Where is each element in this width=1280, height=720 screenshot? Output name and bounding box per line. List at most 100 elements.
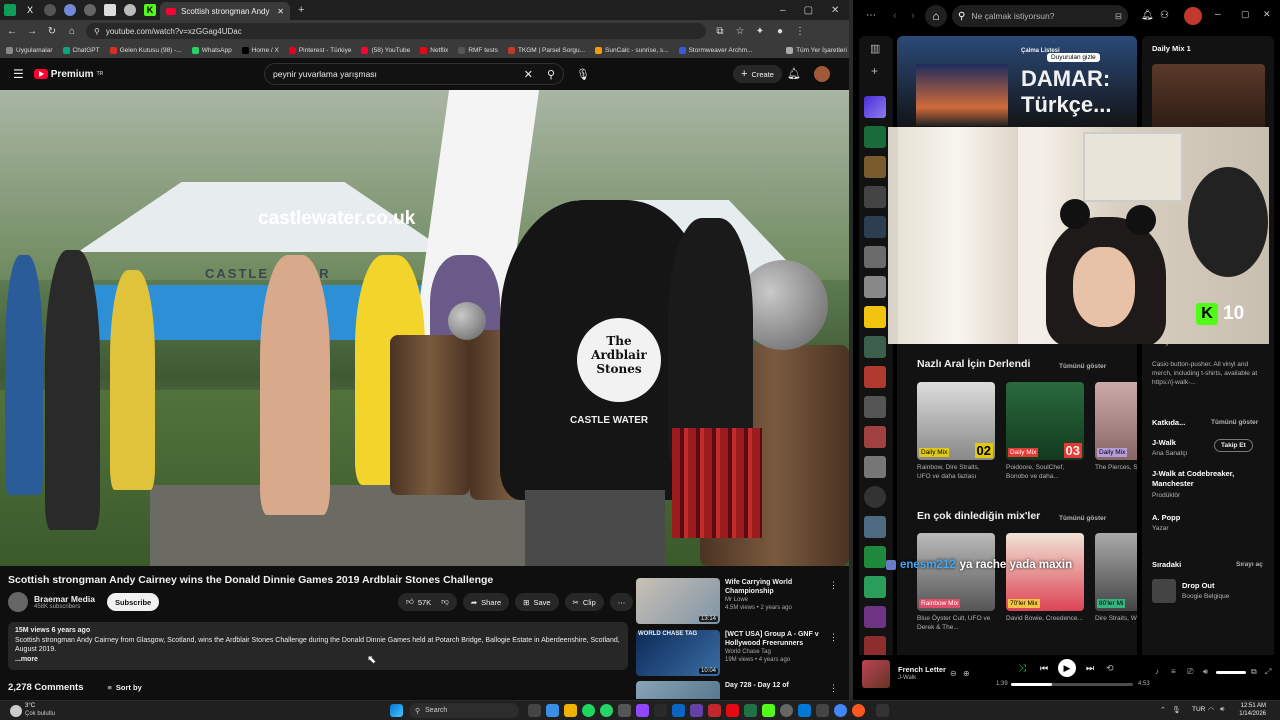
new-tab-button[interactable]: + xyxy=(298,4,304,16)
tab-icon[interactable] xyxy=(84,4,96,16)
section-title[interactable]: En çok dinlediğin mix'ler xyxy=(917,510,1040,522)
kick-tab-icon[interactable]: K xyxy=(144,4,156,16)
back-icon[interactable]: ‹ xyxy=(893,10,897,22)
taskbar-app-icon[interactable] xyxy=(762,704,775,717)
next-icon[interactable]: ⏭︎ xyxy=(1086,663,1094,674)
whatsapp-taskbar-icon[interactable] xyxy=(600,704,613,717)
more-icon[interactable]: ⋮ xyxy=(829,580,838,591)
chrome-taskbar-icon[interactable] xyxy=(834,704,847,717)
taskbar-app-icon[interactable] xyxy=(780,704,793,717)
bookmark-item[interactable]: RMF tests xyxy=(458,46,498,54)
more-actions-button[interactable]: ⋯ xyxy=(609,593,634,611)
bookmark-star-icon[interactable]: ☆ xyxy=(734,26,746,37)
bookmark-item[interactable]: Home / X xyxy=(241,46,279,54)
hamburger-menu-icon[interactable]: ☰ xyxy=(13,67,24,81)
reload-icon[interactable]: ↻ xyxy=(46,26,58,37)
bookmark-item[interactable]: Netflix xyxy=(420,46,448,54)
search-icon[interactable]: ⚲ xyxy=(547,68,555,81)
bookmark-item[interactable]: Gelen Kutusu (98) -... xyxy=(109,46,182,54)
maximize-icon[interactable]: ▢ xyxy=(1241,9,1250,20)
mix-card[interactable]: 70'ler Mix David Bowie, Creedence... xyxy=(1006,533,1084,623)
menu-icon[interactable]: ⋮ xyxy=(794,26,806,37)
now-playing-cover[interactable] xyxy=(862,660,890,688)
channel-name[interactable]: Braemar Media xyxy=(34,594,95,604)
library-tile[interactable] xyxy=(864,576,886,598)
like-button[interactable]: 👍︎ 57K 👎︎ xyxy=(398,593,457,611)
clip-button[interactable]: ✂ Clip xyxy=(564,593,604,611)
show-all-link[interactable]: Tümünü göster xyxy=(1059,363,1106,370)
clear-search-icon[interactable]: ✕ xyxy=(524,68,533,81)
show-all-link[interactable]: Tümünü göster xyxy=(1059,515,1106,522)
language-indicator[interactable]: TUR xyxy=(1192,706,1205,713)
subscribe-button[interactable]: Subscribe xyxy=(106,593,160,611)
taskbar-app-icon[interactable] xyxy=(654,704,667,717)
liked-songs-tile[interactable] xyxy=(864,96,886,118)
now-playing-title[interactable]: French Letter xyxy=(898,665,946,674)
library-tile[interactable] xyxy=(864,606,886,628)
now-playing-artist[interactable]: J-Walk xyxy=(898,675,916,681)
library-tile[interactable] xyxy=(864,546,886,568)
more-icon[interactable]: ⋮ xyxy=(829,683,838,694)
library-tile[interactable] xyxy=(864,186,886,208)
remove-icon[interactable]: ⊖ xyxy=(950,669,957,678)
bookmark-item[interactable]: Pinterest - Türkiye xyxy=(288,46,351,54)
tab-icon[interactable] xyxy=(124,4,136,16)
tab-icon[interactable] xyxy=(104,4,116,16)
bookmark-item[interactable]: TKGM | Parsel Sorgu... xyxy=(507,46,585,54)
notifications-bell-icon[interactable]: 🔔︎ xyxy=(787,67,801,80)
queue-track[interactable]: Drop Out xyxy=(1182,581,1215,590)
home-icon[interactable]: ⌂ xyxy=(66,26,78,37)
repeat-icon[interactable]: ⟲ xyxy=(1106,663,1114,674)
show-all-link[interactable]: Tümünü göster xyxy=(1211,419,1258,426)
sort-button[interactable]: ≡ Sort by xyxy=(108,683,142,692)
fullscreen-icon[interactable]: ⤢ xyxy=(1265,667,1271,677)
close-window-icon[interactable]: ✕ xyxy=(831,5,839,16)
discord-tab-icon[interactable] xyxy=(64,4,76,16)
save-button[interactable]: ⊞ Save xyxy=(515,593,559,611)
bookmark-item[interactable]: SunCalc - sunrise, s... xyxy=(595,46,669,54)
taskbar-app-icon[interactable] xyxy=(672,704,685,717)
taskbar-app-icon[interactable] xyxy=(546,704,559,717)
library-tile[interactable] xyxy=(864,366,886,388)
extensions-icon[interactable]: ✦ xyxy=(754,26,766,37)
taskbar-app-icon[interactable] xyxy=(618,704,631,717)
bell-icon[interactable]: 🔔︎ xyxy=(1141,10,1154,21)
search-input[interactable]: ⚲ Ne çalmak istiyorsun? ⊟ xyxy=(952,5,1128,27)
hero-title[interactable]: DAMAR: Türkçe... xyxy=(1021,66,1111,118)
mix-card[interactable]: 80'ler Mi Dire Straits, Whitesnake xyxy=(1095,533,1137,623)
taskbar-app-icon[interactable] xyxy=(690,704,703,717)
file-explorer-icon[interactable] xyxy=(564,704,577,717)
minimize-icon[interactable]: – xyxy=(1215,9,1221,20)
youtube-logo[interactable]: Premium TR xyxy=(33,69,103,80)
profile-icon[interactable]: ● xyxy=(774,26,786,37)
mix-card[interactable]: Daily Mix 02 Rainbow, Dire Straits, UFO … xyxy=(917,382,995,481)
create-playlist-icon[interactable]: + xyxy=(871,64,878,78)
user-avatar[interactable] xyxy=(1184,7,1202,25)
microphone-tray-icon[interactable]: 🎙 xyxy=(1172,706,1181,714)
taskbar-app-icon[interactable] xyxy=(708,704,721,717)
credit-name[interactable]: J-Walk xyxy=(1152,438,1176,447)
browse-icon[interactable]: ⊟ xyxy=(1115,11,1122,22)
forward-icon[interactable]: → xyxy=(26,26,38,37)
site-info-icon[interactable]: ⚲ xyxy=(94,27,100,36)
share-button[interactable]: ➦ Share xyxy=(462,593,510,611)
description-box[interactable]: 15M views 6 years ago Scottish strongman… xyxy=(8,622,628,670)
search-input[interactable]: peynir yuvarlama yarışması ✕ ⚲ xyxy=(264,63,564,85)
clock-time[interactable]: 12:51 AM xyxy=(1236,703,1266,709)
mix-card[interactable]: Daily Mix The Pierces, Shivaree xyxy=(1095,382,1137,472)
library-tile[interactable] xyxy=(864,426,886,448)
library-tile[interactable] xyxy=(864,456,886,478)
task-view-icon[interactable] xyxy=(528,704,541,717)
library-tile[interactable] xyxy=(864,516,886,538)
follow-button[interactable]: Takip Et xyxy=(1214,439,1253,452)
volume-tray-icon[interactable]: 🔊︎ xyxy=(1220,706,1224,714)
library-tile[interactable] xyxy=(864,336,886,358)
channel-avatar[interactable] xyxy=(8,592,28,612)
credit-name[interactable]: A. Popp xyxy=(1152,513,1180,522)
panel-title[interactable]: Daily Mix 1 xyxy=(1152,44,1191,53)
video-player[interactable]: CASTLE WATER castlewater.co.uk water.co.… xyxy=(0,90,849,566)
open-queue-link[interactable]: Sırayı aç xyxy=(1236,561,1263,568)
weather-icon[interactable] xyxy=(10,705,22,717)
volume-icon[interactable]: 🔊︎ xyxy=(1203,667,1208,677)
more-link[interactable]: ...more xyxy=(15,655,621,665)
